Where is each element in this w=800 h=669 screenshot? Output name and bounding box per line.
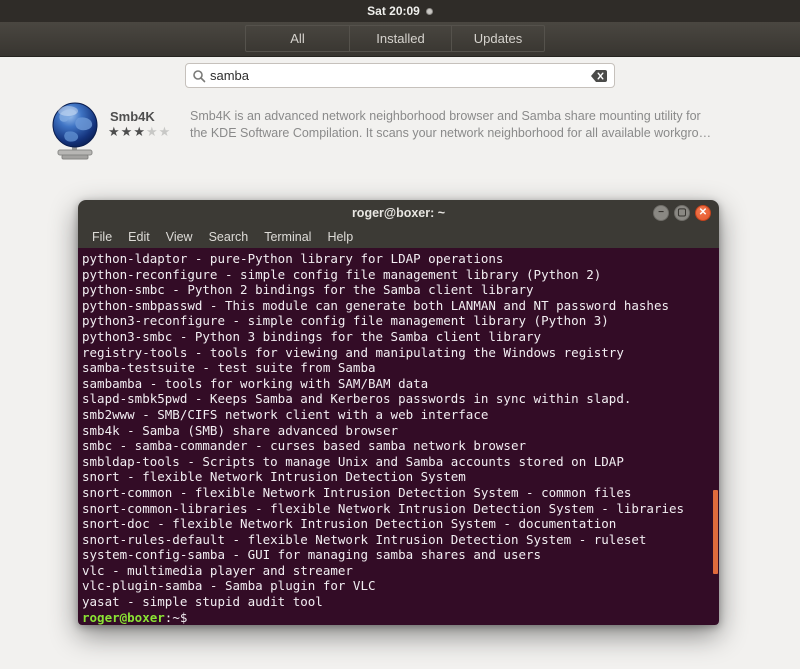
close-button[interactable]: ✕ <box>695 205 711 221</box>
terminal-output-line: python-ldaptor - pure-Python library for… <box>82 251 504 266</box>
maximize-button[interactable]: ▢ <box>674 205 690 221</box>
terminal-body[interactable]: python-ldaptor - pure-Python library for… <box>78 248 719 625</box>
menu-view[interactable]: View <box>158 230 201 244</box>
terminal-prompt: roger@boxer:~$ <box>82 610 719 625</box>
terminal-output-line: snort-common - flexible Network Intrusio… <box>82 484 632 500</box>
terminal-output-line: smb2www - SMB/CIFS network client with a… <box>82 406 489 422</box>
terminal-output-line: python-reconfigure - simple config file … <box>82 266 602 282</box>
rating-stars: ★★★★★ <box>108 124 171 140</box>
star-icon: ★ <box>145 124 159 139</box>
clock: Sat 20:09 <box>367 4 420 18</box>
search-box[interactable] <box>185 63 615 88</box>
menu-file[interactable]: File <box>84 230 120 244</box>
terminal-title-bar[interactable]: roger@boxer: ~ − ▢ ✕ <box>78 200 719 226</box>
terminal-title: roger@boxer: ~ <box>351 206 446 220</box>
terminal-output-line: python-smbpasswd - This module can gener… <box>82 297 669 313</box>
terminal-output-line: snort - flexible Network Intrusion Detec… <box>82 469 466 485</box>
app-header: All Installed Updates <box>0 22 800 57</box>
tab-updates[interactable]: Updates <box>451 26 544 51</box>
terminal-output-line: slapd-smbk5pwd - Keeps Samba and Kerbero… <box>82 391 632 407</box>
app-name: Smb4K <box>110 109 155 124</box>
menu-terminal[interactable]: Terminal <box>256 230 319 244</box>
terminal-output-line: smb4k - Samba (SMB) share advanced brows… <box>82 422 399 438</box>
terminal-output-line: smbc - samba-commander - curses based sa… <box>82 438 527 454</box>
terminal-output-line: python3-reconfigure - simple config file… <box>82 313 609 329</box>
app-description-line2: the KDE Software Compilation. It scans y… <box>190 126 712 140</box>
terminal-scrollbar-thumb[interactable] <box>713 490 718 574</box>
terminal-output-line: vlc - multimedia player and streamer <box>82 562 353 578</box>
star-icon: ★ <box>133 124 146 139</box>
prompt-path-symbol: :~$ <box>164 609 195 625</box>
menu-help[interactable]: Help <box>319 230 361 244</box>
status-indicator-icon <box>425 7 433 15</box>
search-result-row[interactable]: Smb4K ★★★★★ Smb4K is an advanced network… <box>40 98 770 162</box>
terminal-output-line: yasat - simple stupid audit tool <box>82 594 323 610</box>
view-switcher: All Installed Updates <box>245 25 545 52</box>
smb4k-app-icon <box>48 100 102 165</box>
system-top-bar: Sat 20:09 <box>0 0 800 22</box>
star-icon: ★ <box>120 124 134 139</box>
search-icon <box>192 69 206 83</box>
window-controls: − ▢ ✕ <box>653 205 711 221</box>
terminal-output-line: smbldap-tools - Scripts to manage Unix a… <box>82 453 624 469</box>
menu-search[interactable]: Search <box>201 230 257 244</box>
minimize-button[interactable]: − <box>653 205 669 221</box>
tab-installed[interactable]: Installed <box>349 26 451 51</box>
terminal-output-line: python3-smbc - Python 3 bindings for the… <box>82 328 542 344</box>
desktop: Sat 20:09 All Installed Updates samba Sm… <box>0 0 800 669</box>
terminal-output-line: snort-rules-default - flexible Network I… <box>82 531 647 547</box>
terminal-output-line: system-config-samba - GUI for managing s… <box>82 547 542 563</box>
clear-search-icon[interactable] <box>591 69 608 82</box>
terminal-output-line: samba-testsuite - test suite from Samba <box>82 360 376 376</box>
star-icon: ★ <box>108 124 121 139</box>
terminal-output-line: python-smbc - Python 2 bindings for the … <box>82 282 534 298</box>
tab-all[interactable]: All <box>246 26 349 51</box>
app-description-line1: Smb4K is an advanced network neighborhoo… <box>190 109 701 123</box>
terminal-output-line: snort-common-libraries - flexible Networ… <box>82 500 685 516</box>
terminal-output-line: sambamba - tools for working with SAM/BA… <box>82 375 429 391</box>
terminal-output-line: registry-tools - tools for viewing and m… <box>82 344 624 360</box>
menu-edit[interactable]: Edit <box>120 230 158 244</box>
prompt-user-host: roger@boxer <box>82 609 165 625</box>
terminal-output-line: vlc-plugin-samba - Samba plugin for VLC <box>82 578 376 594</box>
app-description: Smb4K is an advanced network neighborhoo… <box>190 108 750 142</box>
terminal-output-line: snort-doc - flexible Network Intrusion D… <box>82 516 617 532</box>
search-input[interactable] <box>206 68 591 83</box>
terminal-menu-bar: File Edit View Search Terminal Help <box>78 226 719 248</box>
terminal-window: roger@boxer: ~ − ▢ ✕ File Edit View Search T… <box>78 200 719 625</box>
star-icon: ★ <box>158 124 172 139</box>
